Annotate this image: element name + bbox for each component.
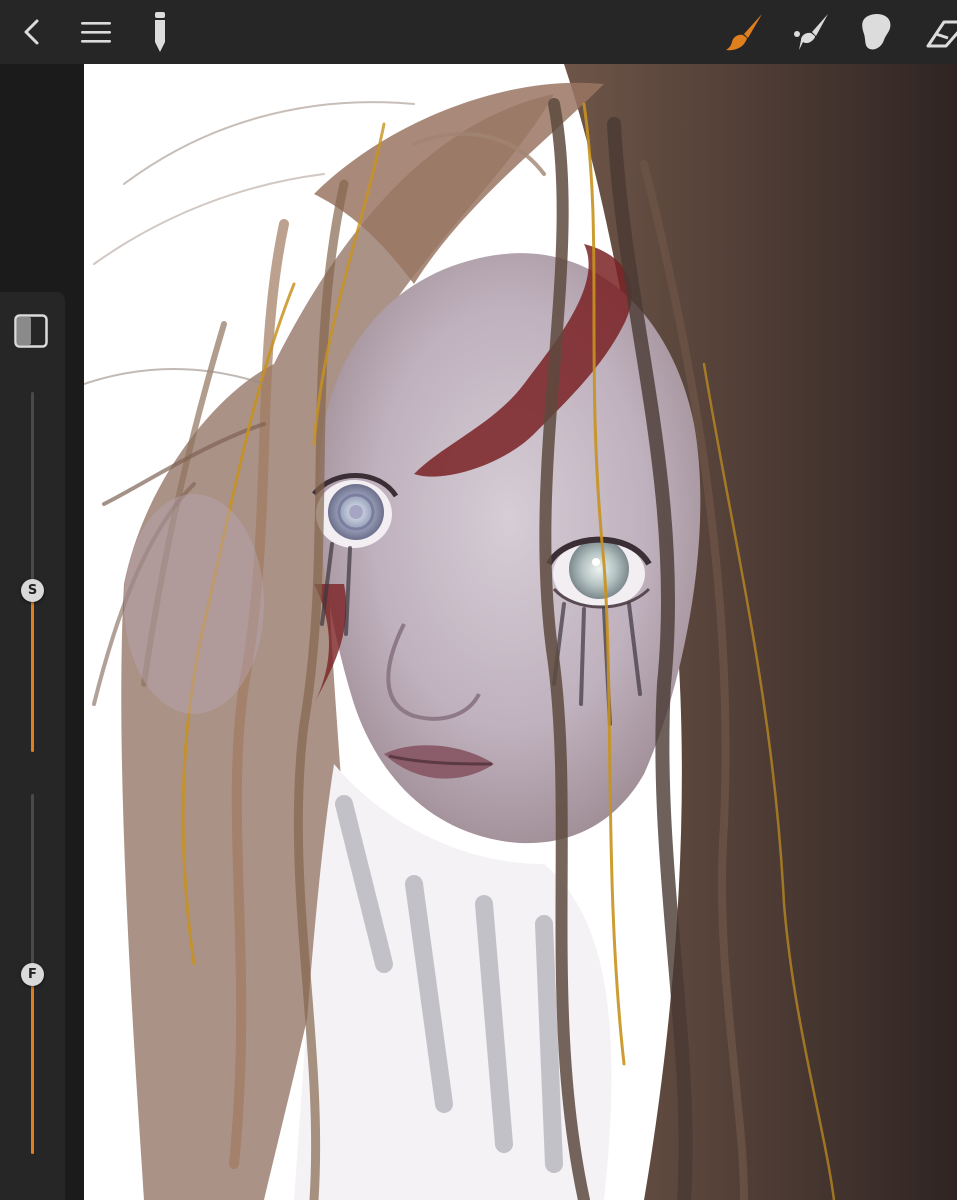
blend-tool-button[interactable]	[850, 6, 902, 58]
menu-button[interactable]	[70, 6, 122, 58]
size-slider-fill	[31, 590, 34, 752]
opacity-slider-fill	[31, 974, 34, 1154]
brush-tool-button[interactable]	[718, 6, 770, 58]
artwork	[84, 64, 957, 1200]
menu-icon	[81, 22, 111, 43]
opacity-slider-thumb[interactable]: F	[21, 963, 44, 986]
brush-icon	[726, 14, 762, 51]
smudge-tool-button[interactable]	[784, 6, 836, 58]
drawing-canvas[interactable]	[84, 64, 957, 1200]
top-toolbar	[0, 0, 957, 64]
pencil-button[interactable]	[134, 6, 186, 58]
chevron-left-icon	[24, 19, 39, 45]
eraser-icon	[926, 20, 957, 48]
opacity-slider[interactable]: F	[21, 794, 44, 1154]
size-slider-thumb[interactable]: S	[21, 579, 44, 602]
eraser-tool-button[interactable]	[912, 6, 957, 58]
pencil-icon	[155, 12, 165, 52]
blend-icon	[862, 14, 891, 50]
smudge-icon	[794, 14, 828, 50]
brush-settings-sidebar: S F	[0, 292, 65, 1200]
back-button[interactable]	[6, 6, 58, 58]
size-slider[interactable]: S	[21, 392, 44, 752]
square-split-icon	[14, 314, 48, 348]
modify-button[interactable]	[14, 314, 48, 348]
